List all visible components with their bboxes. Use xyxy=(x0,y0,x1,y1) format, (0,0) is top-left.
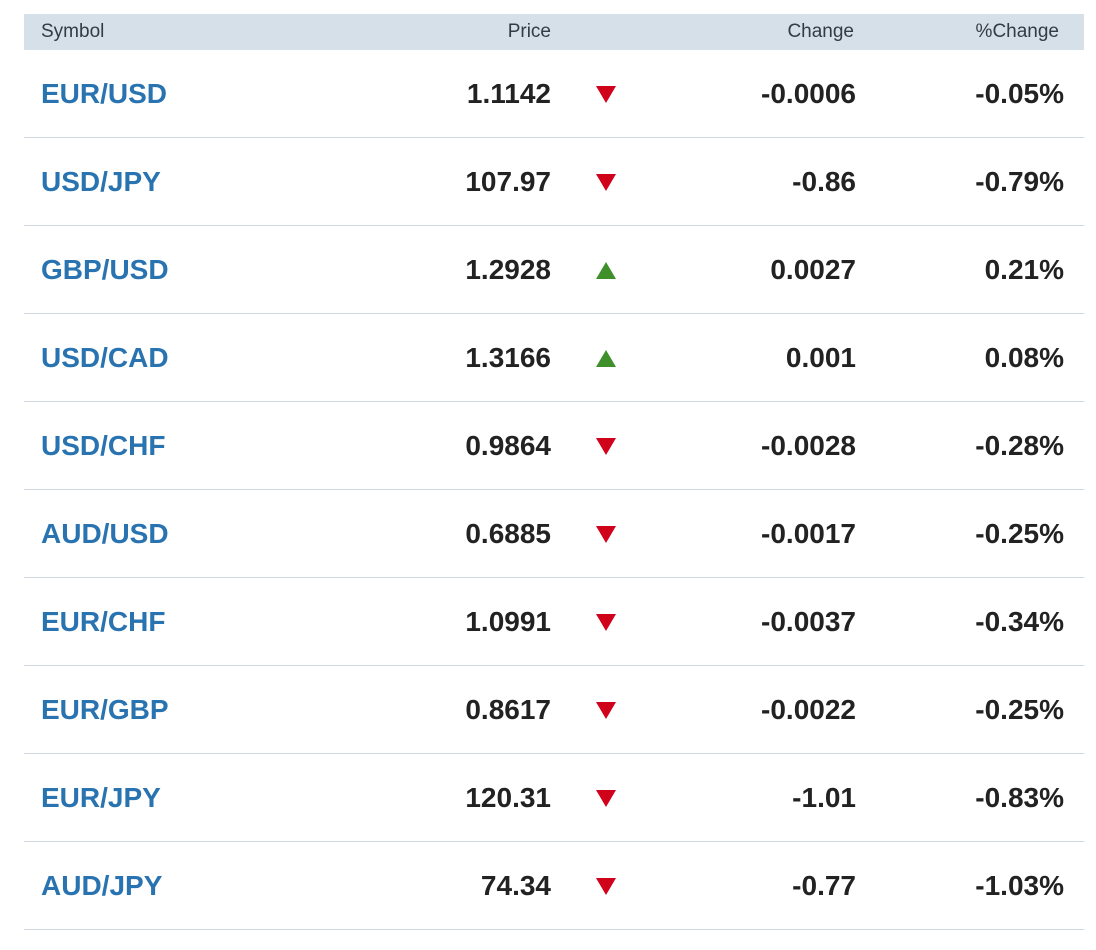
change-value: -0.0037 xyxy=(761,605,856,637)
pct-change-value: -0.83% xyxy=(975,781,1064,813)
symbol-link[interactable]: USD/CHF xyxy=(41,430,165,461)
pct-change-value: -1.03% xyxy=(975,869,1064,901)
triangle-down-icon xyxy=(596,173,616,191)
price-value: 1.0991 xyxy=(465,605,551,637)
price-value: 0.6885 xyxy=(465,517,551,549)
change-value: 0.001 xyxy=(785,341,856,373)
table-row: EUR/USD 1.1142 -0.0006 -0.05% xyxy=(24,50,1084,138)
header-pct-change[interactable]: %Change xyxy=(854,21,1059,43)
price-value: 74.34 xyxy=(480,869,551,901)
table-row: USD/CHF 0.9864 -0.0028 -0.28% xyxy=(24,402,1084,490)
triangle-down-icon xyxy=(596,525,616,543)
table-row: AUD/USD 0.6885 -0.0017 -0.25% xyxy=(24,490,1084,578)
change-value: -0.0028 xyxy=(761,429,856,461)
change-value: 0.0027 xyxy=(770,253,856,285)
table-row: USD/CAD 1.3166 0.001 0.08% xyxy=(24,314,1084,402)
symbol-link[interactable]: USD/CAD xyxy=(41,342,169,373)
table-row: EUR/JPY 120.31 -1.01 -0.83% xyxy=(24,754,1084,842)
pct-change-value: -0.05% xyxy=(975,77,1064,109)
symbol-link[interactable]: USD/JPY xyxy=(41,166,161,197)
triangle-down-icon xyxy=(596,437,616,455)
header-change[interactable]: Change xyxy=(661,21,854,43)
table-row: GBP/USD 1.2928 0.0027 0.21% xyxy=(24,226,1084,314)
price-value: 1.3166 xyxy=(465,341,551,373)
change-value: -0.86 xyxy=(792,165,856,197)
price-value: 0.8617 xyxy=(465,693,551,725)
table-row: EUR/GBP 0.8617 -0.0022 -0.25% xyxy=(24,666,1084,754)
pct-change-value: -0.25% xyxy=(975,517,1064,549)
triangle-down-icon xyxy=(596,613,616,631)
change-value: -0.0006 xyxy=(761,77,856,109)
change-value: -1.01 xyxy=(792,781,856,813)
pct-change-value: -0.28% xyxy=(975,429,1064,461)
symbol-link[interactable]: EUR/JPY xyxy=(41,782,161,813)
symbol-link[interactable]: EUR/CHF xyxy=(41,606,165,637)
triangle-up-icon xyxy=(596,349,616,367)
pct-change-value: -0.34% xyxy=(975,605,1064,637)
triangle-down-icon xyxy=(596,701,616,719)
table-row: USD/JPY 107.97 -0.86 -0.79% xyxy=(24,138,1084,226)
price-value: 107.97 xyxy=(465,165,551,197)
symbol-link[interactable]: GBP/USD xyxy=(41,254,169,285)
header-price[interactable]: Price xyxy=(364,21,551,43)
symbol-link[interactable]: AUD/USD xyxy=(41,518,169,549)
pct-change-value: -0.25% xyxy=(975,693,1064,725)
triangle-down-icon xyxy=(596,789,616,807)
triangle-up-icon xyxy=(596,261,616,279)
pct-change-value: 0.08% xyxy=(984,341,1064,373)
symbol-link[interactable]: EUR/GBP xyxy=(41,694,169,725)
change-value: -0.0017 xyxy=(761,517,856,549)
price-value: 120.31 xyxy=(465,781,551,813)
price-value: 0.9864 xyxy=(465,429,551,461)
currency-quote-table: Symbol Price Change %Change EUR/USD 1.11… xyxy=(24,14,1084,930)
triangle-down-icon xyxy=(596,877,616,895)
table-header: Symbol Price Change %Change xyxy=(24,14,1084,50)
triangle-down-icon xyxy=(596,85,616,103)
change-value: -0.0022 xyxy=(761,693,856,725)
table-row: EUR/CHF 1.0991 -0.0037 -0.34% xyxy=(24,578,1084,666)
table-row: AUD/JPY 74.34 -0.77 -1.03% xyxy=(24,842,1084,930)
price-value: 1.2928 xyxy=(465,253,551,285)
header-symbol[interactable]: Symbol xyxy=(24,21,364,43)
symbol-link[interactable]: EUR/USD xyxy=(41,78,167,109)
pct-change-value: -0.79% xyxy=(975,165,1064,197)
pct-change-value: 0.21% xyxy=(984,253,1064,285)
price-value: 1.1142 xyxy=(466,77,551,109)
symbol-link[interactable]: AUD/JPY xyxy=(41,870,162,901)
change-value: -0.77 xyxy=(792,869,856,901)
